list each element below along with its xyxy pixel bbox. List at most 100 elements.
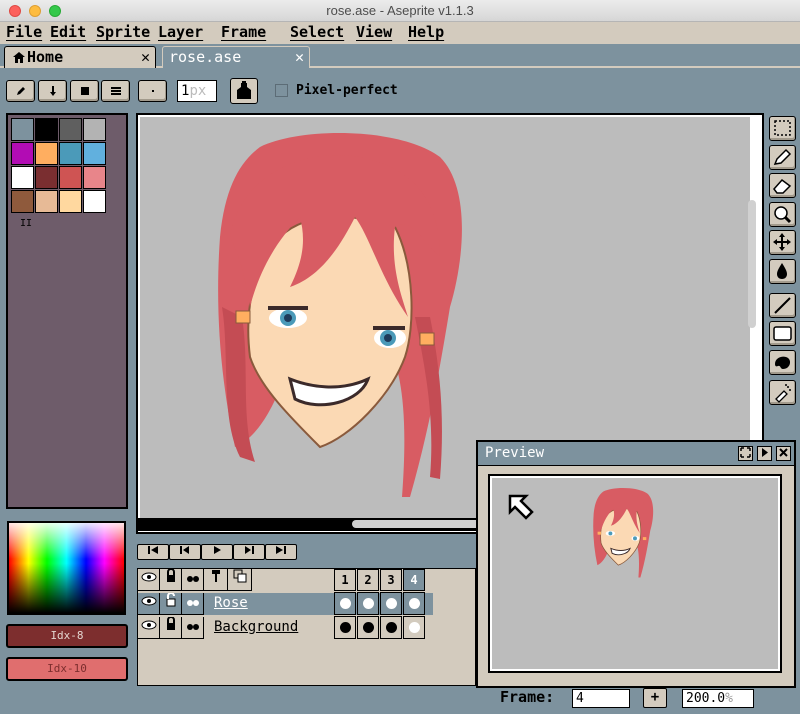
ink-button[interactable] — [230, 78, 258, 104]
preview-close-button[interactable] — [776, 446, 791, 461]
eraser-tool[interactable] — [769, 173, 796, 198]
palette-swatch[interactable] — [83, 142, 106, 165]
palette-swatch[interactable] — [35, 142, 58, 165]
palette-swatch[interactable] — [11, 166, 34, 189]
line-tool[interactable] — [769, 293, 796, 318]
palette-swatch[interactable] — [11, 118, 34, 141]
menu-view[interactable]: View — [356, 23, 392, 41]
pixel-perfect-checkbox[interactable] — [275, 84, 288, 97]
paint-bucket-tool[interactable] — [769, 259, 796, 284]
palette-swatch[interactable] — [59, 142, 82, 165]
layer-visibility-toggle[interactable] — [138, 593, 160, 615]
next-frame-button[interactable] — [233, 544, 265, 560]
frame-number-input[interactable]: 4 — [572, 689, 630, 708]
palette-swatch[interactable] — [59, 190, 82, 213]
cel-rose-frame-3[interactable] — [380, 592, 402, 615]
double-dot-icon — [186, 576, 199, 582]
preview-window[interactable]: Preview — [476, 440, 796, 688]
move-tool[interactable] — [769, 230, 796, 255]
layer-row-rose[interactable]: Rose — [138, 592, 433, 615]
palette-swatch[interactable] — [83, 190, 106, 213]
palette-swatch[interactable] — [59, 166, 82, 189]
pencil-brush-type-button[interactable] — [6, 80, 35, 102]
layer-name-rose[interactable]: Rose — [214, 595, 248, 611]
layer-continuous-toggle[interactable] — [182, 593, 204, 615]
brush-dot-button[interactable] — [138, 80, 167, 102]
frame-header-2[interactable]: 2 — [357, 569, 379, 591]
bucket-drop-icon — [777, 263, 787, 279]
continuous-header-icon[interactable] — [182, 569, 204, 591]
canvas-horizontal-scrollbar[interactable] — [352, 520, 480, 528]
pencil-tool[interactable] — [769, 145, 796, 170]
menu-frame[interactable]: Frame — [221, 23, 266, 41]
menu-edit[interactable]: Edit — [50, 23, 86, 41]
palette-swatch[interactable] — [11, 142, 34, 165]
tab-home-label-wrap: Home — [13, 48, 63, 66]
frame-header-1[interactable]: 1 — [334, 569, 356, 591]
preview-canvas[interactable] — [488, 474, 782, 673]
brush-square-button[interactable] — [70, 80, 99, 102]
menu-select[interactable]: Select — [290, 23, 344, 41]
contour-tool[interactable] — [769, 350, 796, 375]
palette-swatch[interactable] — [11, 190, 34, 213]
tab-rose-close-icon[interactable]: ✕ — [295, 48, 304, 66]
cel-rose-frame-4[interactable] — [403, 592, 425, 615]
eyedropper-tool[interactable] — [769, 202, 796, 227]
tab-rose[interactable]: rose.ase ✕ — [162, 46, 310, 68]
new-frame-button[interactable]: + — [643, 688, 667, 708]
layer-lock-toggle[interactable] — [160, 592, 182, 615]
rectangular-marquee-tool[interactable] — [769, 116, 796, 141]
title-bar: rose.ase - Aseprite v1.1.3 — [0, 0, 800, 22]
layer-lock-toggle[interactable] — [160, 616, 182, 639]
brush-size-input[interactable]: 1px — [177, 80, 217, 102]
menu-sprite[interactable]: Sprite — [96, 23, 150, 41]
layer-row-background[interactable]: Background — [138, 616, 433, 639]
palette-swatch[interactable] — [35, 190, 58, 213]
background-color-button[interactable]: Idx-10 — [6, 657, 128, 681]
canvas-vertical-scrollbar[interactable] — [748, 200, 756, 328]
last-frame-button[interactable] — [265, 544, 297, 560]
layer-continuous-toggle[interactable] — [182, 617, 204, 639]
preview-title-bar[interactable]: Preview — [478, 442, 794, 466]
spray-tool[interactable] — [769, 380, 796, 405]
palette-swatch[interactable] — [59, 118, 82, 141]
lock-icon — [166, 568, 175, 582]
palette-swatch[interactable] — [83, 166, 106, 189]
layer-name-background[interactable]: Background — [214, 619, 298, 635]
foreground-color-button[interactable]: Idx-8 — [6, 624, 128, 648]
palette-resize-handle[interactable]: II — [20, 218, 32, 229]
frame-header-3[interactable]: 3 — [380, 569, 402, 591]
rectangle-tool[interactable] — [769, 321, 796, 346]
previous-frame-button[interactable] — [169, 544, 201, 560]
menu-help[interactable]: Help — [408, 23, 444, 41]
cel-background-frame-2[interactable] — [357, 616, 379, 639]
cel-background-frame-4[interactable] — [403, 616, 425, 639]
cel-rose-frame-2[interactable] — [357, 592, 379, 615]
eye-icon — [141, 572, 156, 582]
brush-down-button[interactable] — [38, 80, 67, 102]
palette-swatch[interactable] — [83, 118, 106, 141]
lock-header-icon[interactable] — [160, 568, 182, 591]
tab-home-close-icon[interactable]: ✕ — [141, 48, 150, 66]
zoom-input[interactable]: 200.0% — [682, 689, 754, 708]
cel-background-frame-1[interactable] — [334, 616, 356, 639]
frame-header-4[interactable]: 4 — [403, 569, 425, 591]
color-spectrum-picker[interactable] — [7, 521, 126, 615]
gear-header-icon[interactable] — [204, 569, 228, 591]
preview-fullscreen-button[interactable] — [738, 446, 753, 461]
menu-layer[interactable]: Layer — [158, 23, 203, 41]
play-button[interactable] — [201, 544, 233, 560]
tab-home[interactable]: Home ✕ — [4, 46, 156, 68]
first-frame-button[interactable] — [137, 544, 169, 560]
onion-skin-header-icon[interactable] — [228, 569, 252, 591]
visibility-header-icon[interactable] — [138, 569, 160, 591]
palette-swatch[interactable] — [35, 118, 58, 141]
brush-lines-button[interactable] — [101, 80, 130, 102]
menu-file[interactable]: File — [6, 23, 42, 41]
preview-play-button[interactable] — [757, 446, 772, 461]
dot-icon — [151, 90, 154, 92]
cel-rose-frame-1[interactable] — [334, 592, 356, 615]
cel-background-frame-3[interactable] — [380, 616, 402, 639]
palette-swatch[interactable] — [35, 166, 58, 189]
layer-visibility-toggle[interactable] — [138, 617, 160, 639]
